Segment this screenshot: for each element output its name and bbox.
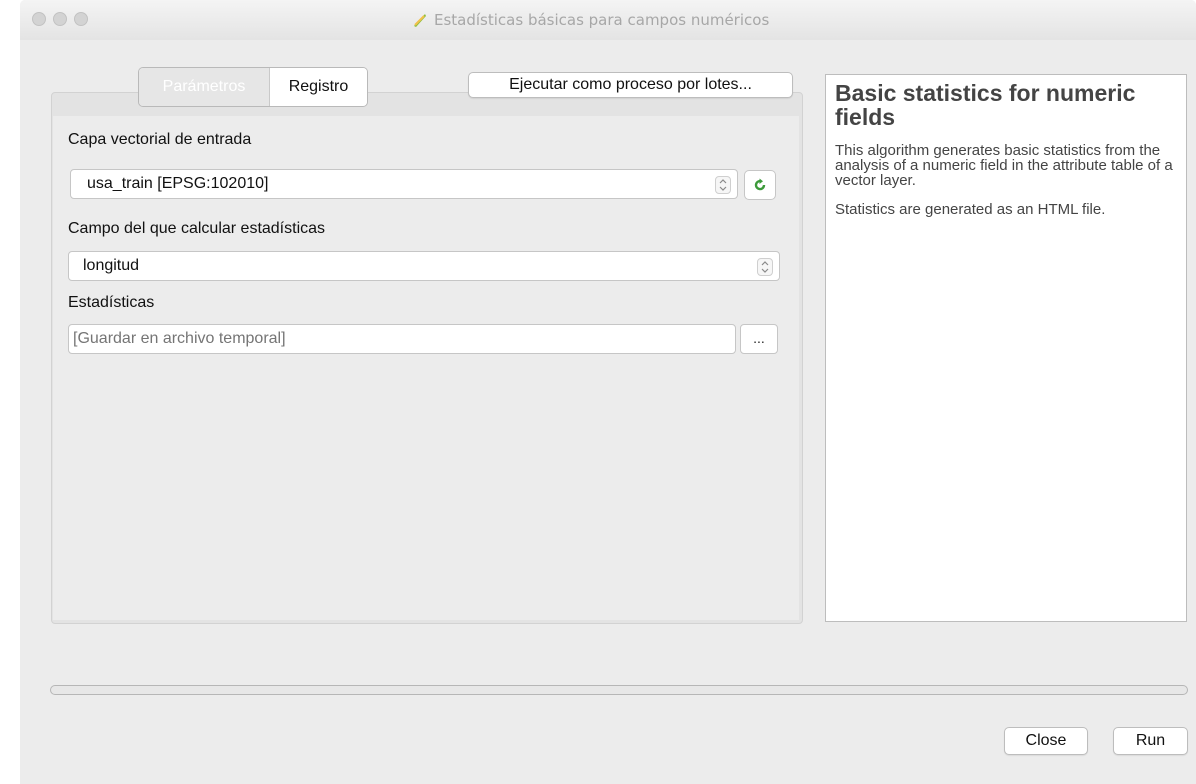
window-title-text: Estadísticas básicas para campos numéric… [434, 11, 770, 29]
batch-process-button[interactable]: Ejecutar como proceso por lotes... [468, 72, 793, 98]
input-layer-label: Capa vectorial de entrada [68, 131, 252, 148]
select-arrows-icon [715, 176, 731, 194]
output-label: Estadísticas [68, 294, 155, 311]
help-note: Statistics are generated as an HTML file… [835, 201, 1106, 218]
dialog-window: Estadísticas básicas para campos numéric… [20, 0, 1196, 784]
help-panel: Basic statistics for numeric fields This… [825, 74, 1187, 622]
output-file-input[interactable] [68, 324, 736, 354]
tab-bar: Parámetros Registro [138, 67, 368, 107]
refresh-icon [754, 178, 766, 191]
qgis-icon [414, 14, 426, 27]
minimize-window-icon[interactable] [53, 12, 67, 26]
input-layer-value: usa_train [EPSG:102010] [87, 175, 269, 192]
zoom-window-icon[interactable] [74, 12, 88, 26]
title-bar: Estadísticas básicas para campos numéric… [20, 0, 1196, 40]
help-description: This algorithm generates basic statistic… [835, 142, 1173, 189]
field-select[interactable]: longitud [68, 251, 780, 281]
close-window-icon[interactable] [32, 12, 46, 26]
input-layer-select[interactable]: usa_train [EPSG:102010] [70, 169, 738, 199]
window-title: Estadísticas básicas para campos numéric… [412, 10, 769, 30]
field-value: longitud [83, 257, 140, 274]
progress-bar [50, 685, 1188, 695]
select-arrows-icon [757, 258, 773, 276]
run-button[interactable]: Run [1113, 727, 1188, 755]
tab-parametros[interactable]: Parámetros [139, 68, 269, 106]
tab-registro[interactable]: Registro [269, 68, 367, 106]
iterate-layer-button[interactable] [744, 170, 776, 200]
close-button[interactable]: Close [1004, 727, 1088, 755]
field-label: Campo del que calcular estadísticas [68, 220, 326, 237]
help-title: Basic statistics for numeric fields [835, 80, 1136, 130]
browse-button[interactable]: ... [740, 324, 778, 354]
